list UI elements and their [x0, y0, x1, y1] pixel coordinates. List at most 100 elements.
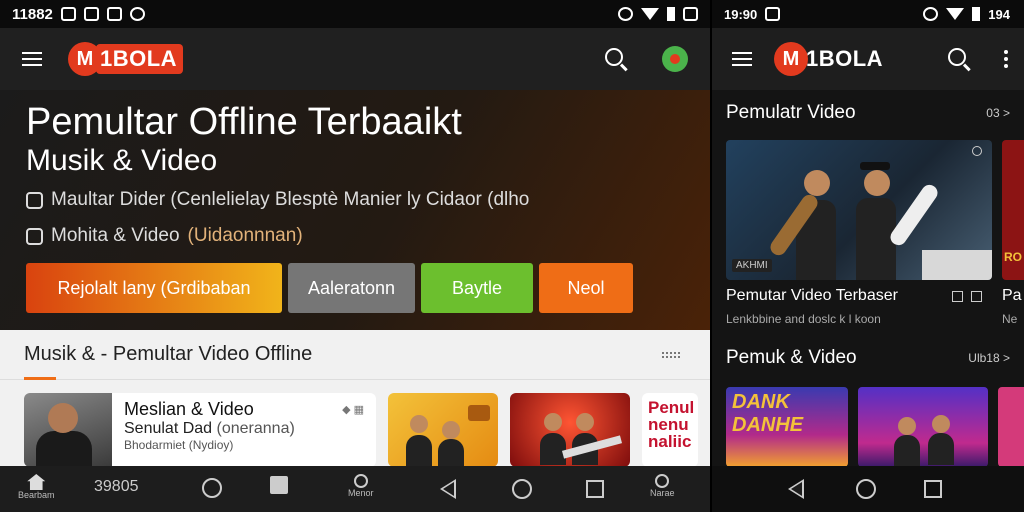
account-icon — [655, 474, 670, 488]
hero-feature-1: Maultar Dider (Cenlelielay Blesptè Manie… — [26, 186, 684, 214]
settings-icon[interactable] — [972, 146, 982, 156]
menu-icon[interactable] — [22, 52, 42, 66]
search-icon[interactable] — [948, 48, 966, 66]
left-screen: 11882 M 1BOLA Pemultar Offline Terbaaikt… — [0, 0, 710, 512]
featured-video-meta: Lenkbbine and doslc k l koon — [726, 312, 881, 326]
nav-home[interactable]: Bearbam — [18, 474, 55, 500]
download-icon[interactable] — [971, 291, 982, 302]
nav-home-system[interactable] — [512, 479, 532, 499]
search-icon[interactable] — [605, 48, 623, 66]
check-icon — [26, 191, 43, 209]
status-bar: 19:90 194 — [712, 0, 1024, 28]
section-underline — [24, 377, 56, 380]
nav-download[interactable] — [202, 478, 222, 498]
hero-banner: Pemultar Offline Terbaaikt Musik & Video… — [0, 90, 710, 330]
featured-video-title: Pemutar Video Terbaser — [726, 287, 898, 304]
side-video-card[interactable]: RO — [1002, 140, 1024, 280]
back-icon — [440, 479, 456, 499]
hero-subtitle: Musik & Video — [26, 144, 218, 177]
nav-home-system[interactable] — [856, 479, 876, 499]
recents-icon — [924, 480, 942, 498]
download-icon — [202, 478, 222, 498]
app-logo[interactable]: M 1BOLA — [774, 42, 889, 76]
card-options-icon[interactable]: ◆ ▦ — [342, 403, 364, 416]
video-badge: AKHMI — [732, 259, 772, 272]
nav-profile[interactable]: Menor — [348, 474, 374, 498]
nav-account[interactable]: Narae — [650, 474, 675, 498]
app-logo[interactable]: M 1BOLA — [68, 42, 184, 76]
logo-text: 1BOLA — [806, 46, 884, 71]
circle-home-icon — [512, 479, 532, 499]
card-thumbnail — [24, 393, 112, 467]
green-button[interactable]: Baytle — [421, 263, 533, 313]
side-video-meta: Ne — [1002, 312, 1018, 326]
more-options-icon[interactable] — [1004, 50, 1008, 68]
content-section: Musik & - Pemultar Video Offline Meslian… — [0, 330, 710, 480]
card-title: Meslian & Video — [124, 399, 254, 419]
home-icon — [27, 474, 46, 490]
check-icon — [26, 227, 43, 245]
section-header: Musik & - Pemultar Video Offline — [0, 330, 710, 380]
app-bar: M 1BOLA — [0, 28, 710, 90]
notification-icon — [83, 7, 99, 21]
poster-card[interactable]: Penul nenu naliic — [642, 393, 698, 467]
app-bar: M 1BOLA — [712, 28, 1024, 90]
grid-view-icon[interactable] — [662, 352, 680, 358]
hero-feature-2: Mohita & Video (Uidaonnnan) — [26, 222, 684, 250]
menu-icon[interactable] — [732, 52, 752, 66]
concert-card[interactable] — [510, 393, 630, 467]
status-bar: 11882 — [0, 0, 710, 28]
status-time: 11882 — [12, 5, 53, 23]
poster-row: DANK DANHE — [726, 387, 1024, 467]
notification-icon — [765, 7, 781, 21]
recents-icon — [586, 480, 604, 498]
nav-back[interactable] — [788, 479, 804, 499]
media-card[interactable]: Meslian & Video Senulat Dad (oneranna) B… — [24, 393, 376, 467]
settings-icon — [618, 7, 633, 21]
battery-icon — [667, 7, 675, 21]
featured-video-card[interactable]: AKHMI — [726, 140, 992, 280]
card-action-icons — [952, 291, 982, 302]
chat-icon[interactable] — [662, 46, 688, 72]
library-icon — [270, 476, 288, 494]
bottom-nav: Bearbam 39805 Menor Narae — [0, 466, 710, 512]
poster-card[interactable]: DANK DANHE — [726, 387, 848, 467]
nav-recents[interactable] — [586, 480, 604, 498]
section-title: Pemuk & Video — [726, 347, 857, 368]
see-more-link[interactable]: Ulb18 > — [968, 351, 1010, 365]
hero-buttons: Rejolalt lany (Grdibaban Aaleratonn Bayt… — [26, 263, 633, 313]
wifi-icon — [946, 8, 965, 20]
circle-home-icon — [856, 479, 876, 499]
alarm-icon — [129, 7, 145, 21]
battery-icon — [972, 7, 981, 21]
card-meta: Bhodarmiet (Nydioy) — [124, 438, 234, 452]
gray-button[interactable]: Aaleratonn — [288, 263, 415, 313]
message-icon — [106, 7, 122, 21]
see-more-link[interactable]: 03 > — [986, 106, 1010, 120]
section-title: Pemulatr Video — [726, 102, 856, 123]
wifi-icon — [641, 8, 659, 20]
orange-button[interactable]: Neol — [539, 263, 633, 313]
nav-back[interactable] — [440, 479, 456, 499]
back-icon — [788, 479, 804, 499]
status-time: 19:90 — [724, 6, 758, 22]
photo-icon — [60, 7, 76, 21]
poster-card[interactable] — [998, 387, 1024, 467]
battery-level: 194 — [988, 6, 1010, 22]
right-screen: 19:90 194 M 1BOLA Pemulatr Video 03 > AK… — [712, 0, 1024, 512]
nav-counter[interactable]: 39805 — [94, 478, 139, 496]
poster-card[interactable] — [858, 387, 988, 467]
profile-icon — [353, 474, 368, 488]
logo-text: 1BOLA — [96, 44, 184, 74]
side-video-title: Pa — [1002, 287, 1022, 304]
alarm-icon — [923, 7, 939, 21]
nav-recents[interactable] — [924, 480, 942, 498]
system-nav — [712, 466, 1024, 512]
album-card[interactable] — [388, 393, 498, 467]
primary-button[interactable]: Rejolalt lany (Grdibaban — [26, 263, 282, 313]
hero-title: Pemultar Offline Terbaaikt — [26, 101, 462, 143]
nav-library[interactable] — [270, 476, 288, 494]
section-header-music: Pemuk & Video Ulb18 > — [712, 338, 1024, 378]
card-row: Meslian & Video Senulat Dad (oneranna) B… — [24, 393, 698, 467]
queue-icon[interactable] — [952, 291, 963, 302]
